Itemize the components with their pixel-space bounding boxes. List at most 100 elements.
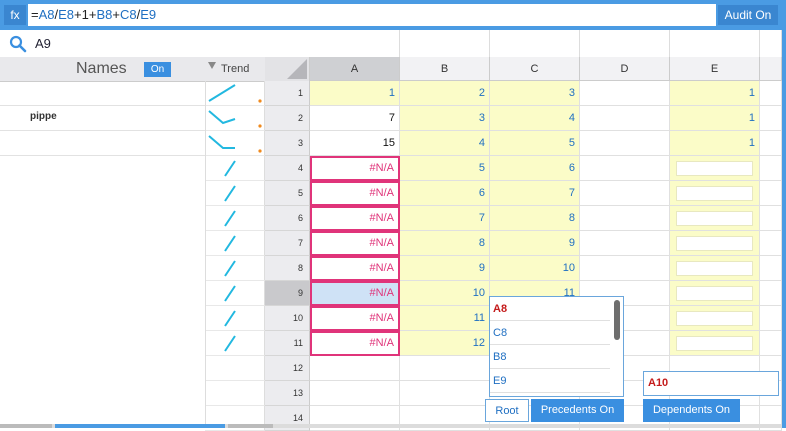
dependents-toggle-button[interactable]: Dependents On bbox=[643, 399, 740, 422]
column-header-c[interactable]: C bbox=[490, 57, 580, 81]
cell-e7[interactable] bbox=[670, 231, 760, 256]
cell-c6[interactable]: 8 bbox=[490, 206, 580, 231]
cell-e10[interactable] bbox=[670, 306, 760, 331]
cell-a13[interactable] bbox=[310, 381, 400, 406]
cell-b1[interactable]: 2 bbox=[400, 81, 490, 106]
cell-a11[interactable]: #N/A bbox=[310, 331, 400, 356]
row-header[interactable]: 4 bbox=[265, 156, 310, 181]
cell-c7[interactable]: 9 bbox=[490, 231, 580, 256]
row-header[interactable]: 10 bbox=[265, 306, 310, 331]
row-header[interactable]: 9 bbox=[265, 281, 310, 306]
cell-d3[interactable] bbox=[580, 131, 670, 156]
cell-d7[interactable] bbox=[580, 231, 670, 256]
cell-b6[interactable]: 7 bbox=[400, 206, 490, 231]
cell-input-box[interactable] bbox=[676, 311, 753, 326]
precedent-item[interactable]: C8 bbox=[490, 321, 610, 345]
column-header-d[interactable]: D bbox=[580, 57, 670, 81]
row-header[interactable]: 1 bbox=[265, 81, 310, 106]
cell-a2[interactable]: 7 bbox=[310, 106, 400, 131]
formula-input[interactable]: =A8/E8+1+B8+C8/E9 bbox=[28, 4, 716, 26]
root-button[interactable]: Root bbox=[485, 399, 529, 422]
cell-d5[interactable] bbox=[580, 181, 670, 206]
cell-e8[interactable] bbox=[670, 256, 760, 281]
cell-b11[interactable]: 12 bbox=[400, 331, 490, 356]
formula-reference[interactable]: E9 bbox=[140, 7, 156, 22]
cell-b8[interactable]: 9 bbox=[400, 256, 490, 281]
row-header[interactable]: 2 bbox=[265, 106, 310, 131]
cell-c2[interactable]: 4 bbox=[490, 106, 580, 131]
name-row[interactable] bbox=[0, 131, 205, 156]
cell-e5[interactable] bbox=[670, 181, 760, 206]
column-header-e[interactable]: E bbox=[670, 57, 760, 81]
sheet-tab-active[interactable] bbox=[55, 424, 225, 428]
precedents-toggle-button[interactable]: Precedents On bbox=[531, 399, 624, 422]
cell-c3[interactable]: 5 bbox=[490, 131, 580, 156]
cell-e6[interactable] bbox=[670, 206, 760, 231]
cell-b9[interactable]: 10 bbox=[400, 281, 490, 306]
cell-b12[interactable] bbox=[400, 356, 490, 381]
cell-a3[interactable]: 15 bbox=[310, 131, 400, 156]
row-header[interactable]: 12 bbox=[265, 356, 310, 381]
row-header[interactable]: 3 bbox=[265, 131, 310, 156]
cell-a1[interactable]: 1 bbox=[310, 81, 400, 106]
name-row[interactable]: pippe bbox=[0, 106, 205, 131]
row-header[interactable]: 11 bbox=[265, 331, 310, 356]
names-toggle-button[interactable]: On bbox=[144, 62, 171, 77]
cell-input-box[interactable] bbox=[676, 236, 753, 251]
cell-input-box[interactable] bbox=[676, 186, 753, 201]
cell-a8[interactable]: #N/A bbox=[310, 256, 400, 281]
popup-scrollbar[interactable] bbox=[614, 300, 620, 340]
cell-a4[interactable]: #N/A bbox=[310, 156, 400, 181]
column-header-b[interactable]: B bbox=[400, 57, 490, 81]
cell-b3[interactable]: 4 bbox=[400, 131, 490, 156]
formula-reference[interactable]: C8 bbox=[120, 7, 137, 22]
sheet-tab[interactable] bbox=[228, 424, 273, 428]
cell-e2[interactable]: 1 bbox=[670, 106, 760, 131]
cell-b7[interactable]: 8 bbox=[400, 231, 490, 256]
cell-input-box[interactable] bbox=[676, 161, 753, 176]
search-input[interactable]: A9 bbox=[35, 35, 51, 53]
name-label[interactable]: pippe bbox=[30, 111, 57, 122]
cell-e1[interactable]: 1 bbox=[670, 81, 760, 106]
precedent-item[interactable]: A8 bbox=[490, 297, 610, 321]
precedent-item[interactable]: E9 bbox=[490, 369, 610, 393]
cell-e9[interactable] bbox=[670, 281, 760, 306]
cell-b13[interactable] bbox=[400, 381, 490, 406]
cell-a7[interactable]: #N/A bbox=[310, 231, 400, 256]
cell-a12[interactable] bbox=[310, 356, 400, 381]
cell-d2[interactable] bbox=[580, 106, 670, 131]
row-header[interactable]: 7 bbox=[265, 231, 310, 256]
dependents-result[interactable]: A10 bbox=[643, 371, 779, 396]
cell-e11[interactable] bbox=[670, 331, 760, 356]
cell-e4[interactable] bbox=[670, 156, 760, 181]
row-header[interactable]: 6 bbox=[265, 206, 310, 231]
precedent-item[interactable]: B8 bbox=[490, 345, 610, 369]
cell-d6[interactable] bbox=[580, 206, 670, 231]
cell-a10[interactable]: #N/A bbox=[310, 306, 400, 331]
cell-d8[interactable] bbox=[580, 256, 670, 281]
cell-d1[interactable] bbox=[580, 81, 670, 106]
fx-button[interactable]: fx bbox=[4, 5, 26, 25]
formula-reference[interactable]: B8 bbox=[96, 7, 112, 22]
cell-input-box[interactable] bbox=[676, 211, 753, 226]
formula-reference[interactable]: A8 bbox=[39, 7, 55, 22]
cell-c4[interactable]: 6 bbox=[490, 156, 580, 181]
cell-e3[interactable]: 1 bbox=[670, 131, 760, 156]
row-header[interactable]: 8 bbox=[265, 256, 310, 281]
column-header-a[interactable]: A bbox=[310, 57, 400, 81]
name-row[interactable] bbox=[0, 81, 205, 106]
cell-a9[interactable]: #N/A bbox=[310, 281, 400, 306]
cell-b10[interactable]: 11 bbox=[400, 306, 490, 331]
audit-toggle-button[interactable]: Audit On bbox=[718, 5, 778, 25]
cell-d4[interactable] bbox=[580, 156, 670, 181]
cell-b2[interactable]: 3 bbox=[400, 106, 490, 131]
row-header[interactable]: 5 bbox=[265, 181, 310, 206]
row-header[interactable]: 13 bbox=[265, 381, 310, 406]
sheet-tab[interactable] bbox=[0, 424, 52, 428]
cell-input-box[interactable] bbox=[676, 261, 753, 276]
formula-reference[interactable]: E8 bbox=[58, 7, 74, 22]
cell-input-box[interactable] bbox=[676, 286, 753, 301]
cell-b4[interactable]: 5 bbox=[400, 156, 490, 181]
cell-c8[interactable]: 10 bbox=[490, 256, 580, 281]
cell-c5[interactable]: 7 bbox=[490, 181, 580, 206]
